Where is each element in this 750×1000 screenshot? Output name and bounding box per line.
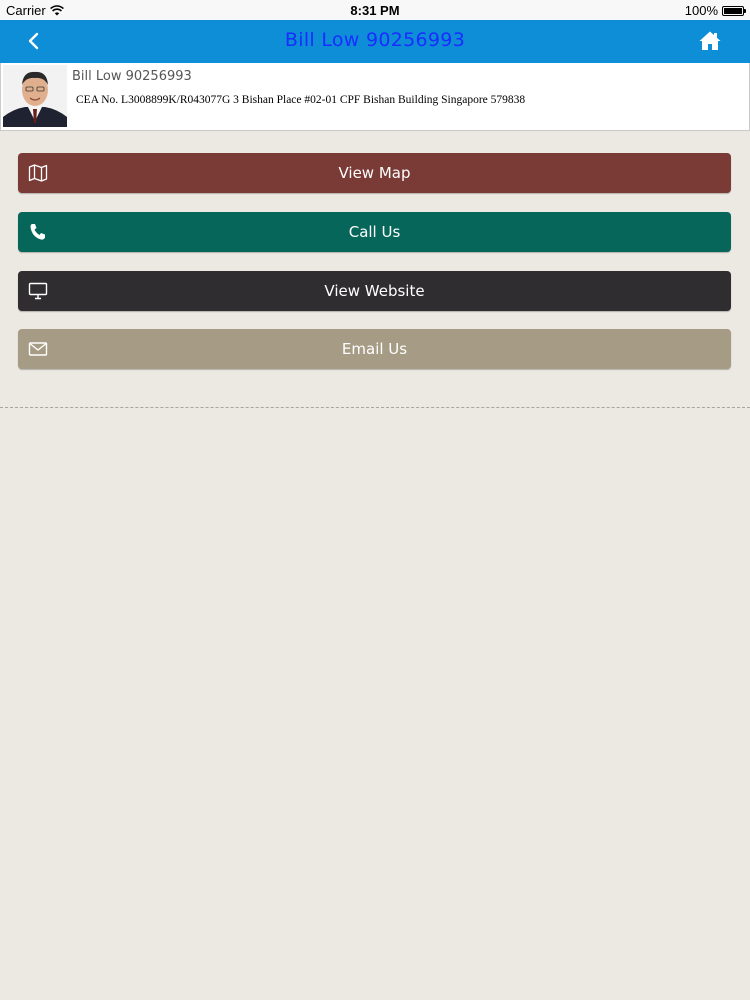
view-map-label: View Map (338, 164, 411, 182)
call-us-label: Call Us (348, 223, 401, 241)
email-us-label: Email Us (341, 340, 408, 358)
avatar (3, 65, 67, 127)
battery-group: 100% (684, 3, 746, 18)
profile-address: CEA No. L3008899K/R043077G 3 Bishan Plac… (76, 94, 526, 106)
avatar-image (3, 65, 67, 127)
view-website-button[interactable]: View Website (18, 271, 731, 311)
call-us-button[interactable]: Call Us (18, 212, 731, 252)
battery-icon (722, 5, 746, 16)
profile-name: Bill Low 90256993 (72, 69, 192, 84)
battery-percent: 100% (684, 3, 718, 18)
status-bar: Carrier 8:31 PM 100% (0, 0, 750, 20)
email-us-button[interactable]: Email Us (18, 329, 731, 369)
clock: 8:31 PM (350, 3, 400, 18)
view-map-button[interactable]: View Map (18, 153, 731, 193)
profile-card: Bill Low 90256993 CEA No. L3008899K/R043… (0, 63, 750, 131)
dashed-divider (0, 407, 750, 408)
view-website-label: View Website (324, 282, 425, 300)
page-title: Bill Low 90256993 (284, 29, 466, 51)
nav-bar: Bill Low 90256993 (0, 20, 750, 63)
home-icon[interactable] (698, 29, 722, 53)
